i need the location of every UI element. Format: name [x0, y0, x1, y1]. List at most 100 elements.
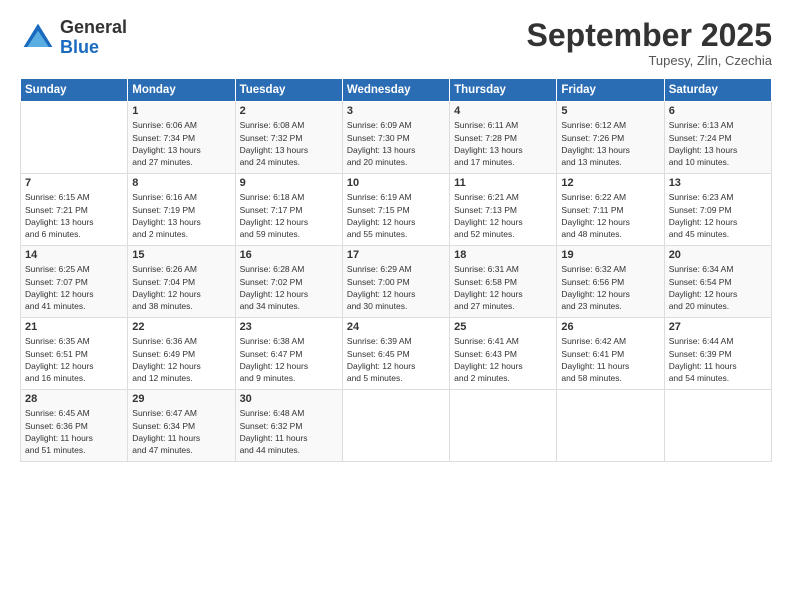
calendar-cell: 26 Sunrise: 6:42 AMSunset: 6:41 PMDayligh… [557, 318, 664, 390]
day-info: Sunrise: 6:08 AMSunset: 7:32 PMDaylight:… [240, 119, 338, 168]
calendar-cell: 20Sunrise: 6:34 AMSunset: 6:54 PMDayligh… [664, 246, 771, 318]
day-number: 25 [454, 321, 552, 333]
day-info: Sunrise: 6:35 AMSunset: 6:51 PMDaylight:… [25, 335, 123, 384]
logo: General Blue [20, 18, 127, 58]
header-monday: Monday [128, 79, 235, 102]
day-number: 7 [25, 177, 123, 189]
calendar-cell: 7 Sunrise: 6:15 AMSunset: 7:21 PMDaylight… [21, 174, 128, 246]
day-number: 16 [240, 249, 338, 261]
day-info: Sunrise: 6:13 AMSunset: 7:24 PMDaylight:… [669, 119, 767, 168]
day-info: Sunrise: 6:09 AMSunset: 7:30 PMDaylight:… [347, 119, 445, 168]
calendar-cell: 12 Sunrise: 6:22 AMSunset: 7:11 PMDayligh… [557, 174, 664, 246]
day-number: 8 [132, 177, 230, 189]
calendar-cell: 15 Sunrise: 6:26 AMSunset: 7:04 PMDayligh… [128, 246, 235, 318]
calendar-cell: 17 Sunrise: 6:29 AMSunset: 7:00 PMDayligh… [342, 246, 449, 318]
calendar-cell: 27 Sunrise: 6:44 AMSunset: 6:39 PMDayligh… [664, 318, 771, 390]
calendar-cell [664, 390, 771, 462]
location: Tupesy, Zlin, Czechia [527, 53, 772, 68]
calendar-cell: 23Sunrise: 6:38 AMSunset: 6:47 PMDayligh… [235, 318, 342, 390]
calendar-cell: 13Sunrise: 6:23 AMSunset: 7:09 PMDayligh… [664, 174, 771, 246]
day-info: Sunrise: 6:26 AMSunset: 7:04 PMDaylight:… [132, 263, 230, 312]
day-info: Sunrise: 6:47 AMSunset: 6:34 PMDaylight:… [132, 407, 230, 456]
day-info: Sunrise: 6:25 AMSunset: 7:07 PMDaylight:… [25, 263, 123, 312]
day-number: 15 [132, 249, 230, 261]
day-info: Sunrise: 6:15 AMSunset: 7:21 PMDaylight:… [25, 191, 123, 240]
header-saturday: Saturday [664, 79, 771, 102]
day-number: 9 [240, 177, 338, 189]
day-info: Sunrise: 6:42 AMSunset: 6:41 PMDaylight:… [561, 335, 659, 384]
day-info: Sunrise: 6:22 AMSunset: 7:11 PMDaylight:… [561, 191, 659, 240]
day-info: Sunrise: 6:06 AMSunset: 7:34 PMDaylight:… [132, 119, 230, 168]
calendar-cell: 24 Sunrise: 6:39 AMSunset: 6:45 PMDayligh… [342, 318, 449, 390]
day-info: Sunrise: 6:39 AMSunset: 6:45 PMDaylight:… [347, 335, 445, 384]
day-info: Sunrise: 6:36 AMSunset: 6:49 PMDaylight:… [132, 335, 230, 384]
calendar-cell: 19 Sunrise: 6:32 AMSunset: 6:56 PMDayligh… [557, 246, 664, 318]
calendar-header-row: SundayMondayTuesdayWednesdayThursdayFrid… [21, 79, 772, 102]
day-number: 27 [669, 321, 767, 333]
day-info: Sunrise: 6:28 AMSunset: 7:02 PMDaylight:… [240, 263, 338, 312]
day-info: Sunrise: 6:16 AMSunset: 7:19 PMDaylight:… [132, 191, 230, 240]
header: General Blue September 2025 Tupesy, Zlin… [20, 18, 772, 68]
day-number: 6 [669, 105, 767, 117]
day-info: Sunrise: 6:31 AMSunset: 6:58 PMDaylight:… [454, 263, 552, 312]
day-number: 4 [454, 105, 552, 117]
logo-icon [20, 20, 56, 56]
day-info: Sunrise: 6:18 AMSunset: 7:17 PMDaylight:… [240, 191, 338, 240]
title-block: September 2025 Tupesy, Zlin, Czechia [527, 18, 772, 68]
calendar-cell: 25 Sunrise: 6:41 AMSunset: 6:43 PMDayligh… [450, 318, 557, 390]
day-info: Sunrise: 6:12 AMSunset: 7:26 PMDaylight:… [561, 119, 659, 168]
calendar-week-1: 7 Sunrise: 6:15 AMSunset: 7:21 PMDaylight… [21, 174, 772, 246]
day-number: 23 [240, 321, 338, 333]
calendar-cell: 14 Sunrise: 6:25 AMSunset: 7:07 PMDayligh… [21, 246, 128, 318]
calendar-week-2: 14 Sunrise: 6:25 AMSunset: 7:07 PMDayligh… [21, 246, 772, 318]
calendar-cell: 6 Sunrise: 6:13 AMSunset: 7:24 PMDaylight… [664, 102, 771, 174]
calendar-cell [557, 390, 664, 462]
day-number: 17 [347, 249, 445, 261]
calendar-cell: 21 Sunrise: 6:35 AMSunset: 6:51 PMDayligh… [21, 318, 128, 390]
day-number: 5 [561, 105, 659, 117]
day-info: Sunrise: 6:21 AMSunset: 7:13 PMDaylight:… [454, 191, 552, 240]
day-number: 12 [561, 177, 659, 189]
header-sunday: Sunday [21, 79, 128, 102]
day-number: 11 [454, 177, 552, 189]
calendar-cell: 28 Sunrise: 6:45 AMSunset: 6:36 PMDayligh… [21, 390, 128, 462]
calendar-cell: 9 Sunrise: 6:18 AMSunset: 7:17 PMDaylight… [235, 174, 342, 246]
calendar-cell: 22 Sunrise: 6:36 AMSunset: 6:49 PMDayligh… [128, 318, 235, 390]
logo-general-text: General [60, 18, 127, 38]
calendar-cell [21, 102, 128, 174]
day-info: Sunrise: 6:32 AMSunset: 6:56 PMDaylight:… [561, 263, 659, 312]
day-number: 21 [25, 321, 123, 333]
header-thursday: Thursday [450, 79, 557, 102]
day-number: 22 [132, 321, 230, 333]
calendar-cell: 4Sunrise: 6:11 AMSunset: 7:28 PMDaylight… [450, 102, 557, 174]
calendar-cell: 29 Sunrise: 6:47 AMSunset: 6:34 PMDayligh… [128, 390, 235, 462]
month-title: September 2025 [527, 18, 772, 53]
day-number: 14 [25, 249, 123, 261]
calendar-cell: 3Sunrise: 6:09 AMSunset: 7:30 PMDaylight… [342, 102, 449, 174]
day-info: Sunrise: 6:34 AMSunset: 6:54 PMDaylight:… [669, 263, 767, 312]
day-info: Sunrise: 6:19 AMSunset: 7:15 PMDaylight:… [347, 191, 445, 240]
day-number: 19 [561, 249, 659, 261]
header-friday: Friday [557, 79, 664, 102]
day-info: Sunrise: 6:29 AMSunset: 7:00 PMDaylight:… [347, 263, 445, 312]
day-number: 26 [561, 321, 659, 333]
day-number: 29 [132, 393, 230, 405]
calendar-week-0: 1 Sunrise: 6:06 AMSunset: 7:34 PMDaylight… [21, 102, 772, 174]
day-number: 18 [454, 249, 552, 261]
day-number: 10 [347, 177, 445, 189]
calendar-cell: 1 Sunrise: 6:06 AMSunset: 7:34 PMDaylight… [128, 102, 235, 174]
day-number: 28 [25, 393, 123, 405]
calendar-cell: 18 Sunrise: 6:31 AMSunset: 6:58 PMDayligh… [450, 246, 557, 318]
header-tuesday: Tuesday [235, 79, 342, 102]
day-number: 30 [240, 393, 338, 405]
header-wednesday: Wednesday [342, 79, 449, 102]
day-info: Sunrise: 6:41 AMSunset: 6:43 PMDaylight:… [454, 335, 552, 384]
day-info: Sunrise: 6:44 AMSunset: 6:39 PMDaylight:… [669, 335, 767, 384]
day-info: Sunrise: 6:45 AMSunset: 6:36 PMDaylight:… [25, 407, 123, 456]
logo-blue-text: Blue [60, 38, 127, 58]
day-number: 2 [240, 105, 338, 117]
calendar-cell: 5 Sunrise: 6:12 AMSunset: 7:26 PMDaylight… [557, 102, 664, 174]
day-number: 24 [347, 321, 445, 333]
calendar-cell: 8 Sunrise: 6:16 AMSunset: 7:19 PMDaylight… [128, 174, 235, 246]
day-number: 1 [132, 105, 230, 117]
